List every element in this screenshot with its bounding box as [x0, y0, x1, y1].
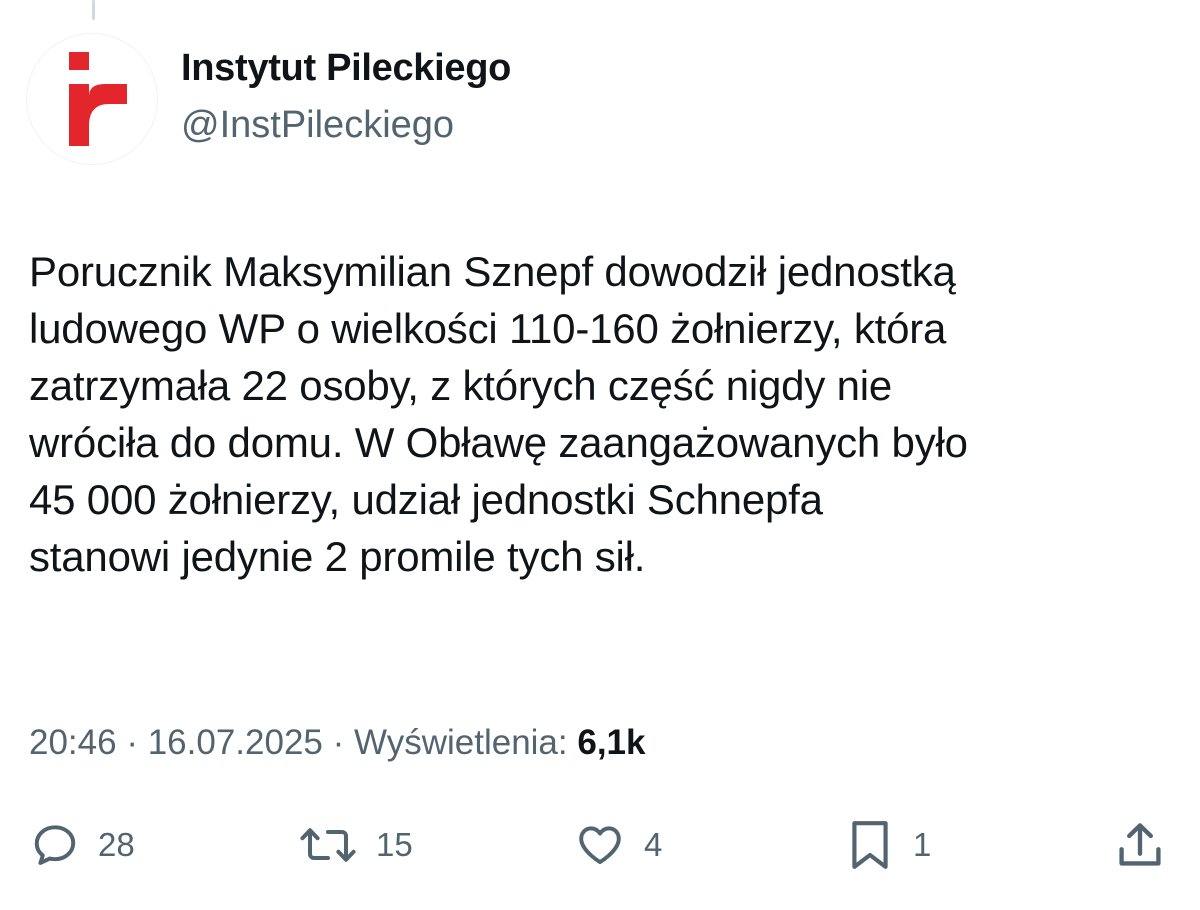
bookmark-button[interactable]: 1: [845, 810, 931, 880]
views-label: Wyświetlenia:: [353, 723, 568, 762]
meta-separator: ·: [116, 723, 148, 762]
views-count: 6,1k: [577, 723, 646, 762]
avatar[interactable]: [26, 33, 158, 165]
meta-separator: ·: [322, 723, 354, 762]
action-bar: 28 15 4 1: [0, 810, 1200, 880]
repost-count: 15: [376, 826, 413, 863]
like-count: 4: [644, 826, 663, 863]
tweet-text-line: Porucznik Maksymilian Sznepf dowodził je…: [29, 248, 956, 295]
thread-connector-line: [92, 0, 95, 20]
tweet-text-line: 45 000 żołnierzy, udział jednostki Schne…: [29, 476, 823, 523]
reply-count: 28: [98, 826, 135, 863]
tweet-date[interactable]: 16.07.2025: [148, 723, 323, 762]
author-handle[interactable]: @InstPileckiego: [181, 104, 454, 147]
tweet-time[interactable]: 20:46: [29, 723, 117, 762]
tweet-text-line: zatrzymała 22 osoby, z których część nig…: [29, 362, 893, 409]
tweet-text-line: wróciła do domu. W Obławę zaangażowanych…: [29, 419, 968, 466]
tweet-text-line: stanowi jedynie 2 promile tych sił.: [29, 533, 646, 580]
like-button[interactable]: 4: [574, 810, 662, 880]
instytut-pileckiego-logo-icon: [69, 52, 127, 146]
repost-icon: [300, 828, 356, 862]
tweet-text-line: ludowego WP o wielkości 110-160 żołnierz…: [29, 305, 947, 352]
repost-button[interactable]: 15: [298, 810, 413, 880]
heart-icon: [579, 826, 621, 865]
reply-button[interactable]: 28: [30, 810, 135, 880]
share-icon: [1119, 823, 1161, 866]
bookmark-icon: [852, 821, 888, 869]
author-display-name[interactable]: Instytut Pileckiego: [181, 47, 511, 90]
tweet-text: Porucznik Maksymilian Sznepf dowodził je…: [29, 243, 1179, 585]
bookmark-count: 1: [913, 826, 932, 863]
reply-icon: [34, 825, 76, 865]
share-button[interactable]: [1114, 810, 1166, 880]
tweet-meta: 20:46 · 16.07.2025 · Wyświetlenia: 6,1k: [29, 723, 645, 763]
